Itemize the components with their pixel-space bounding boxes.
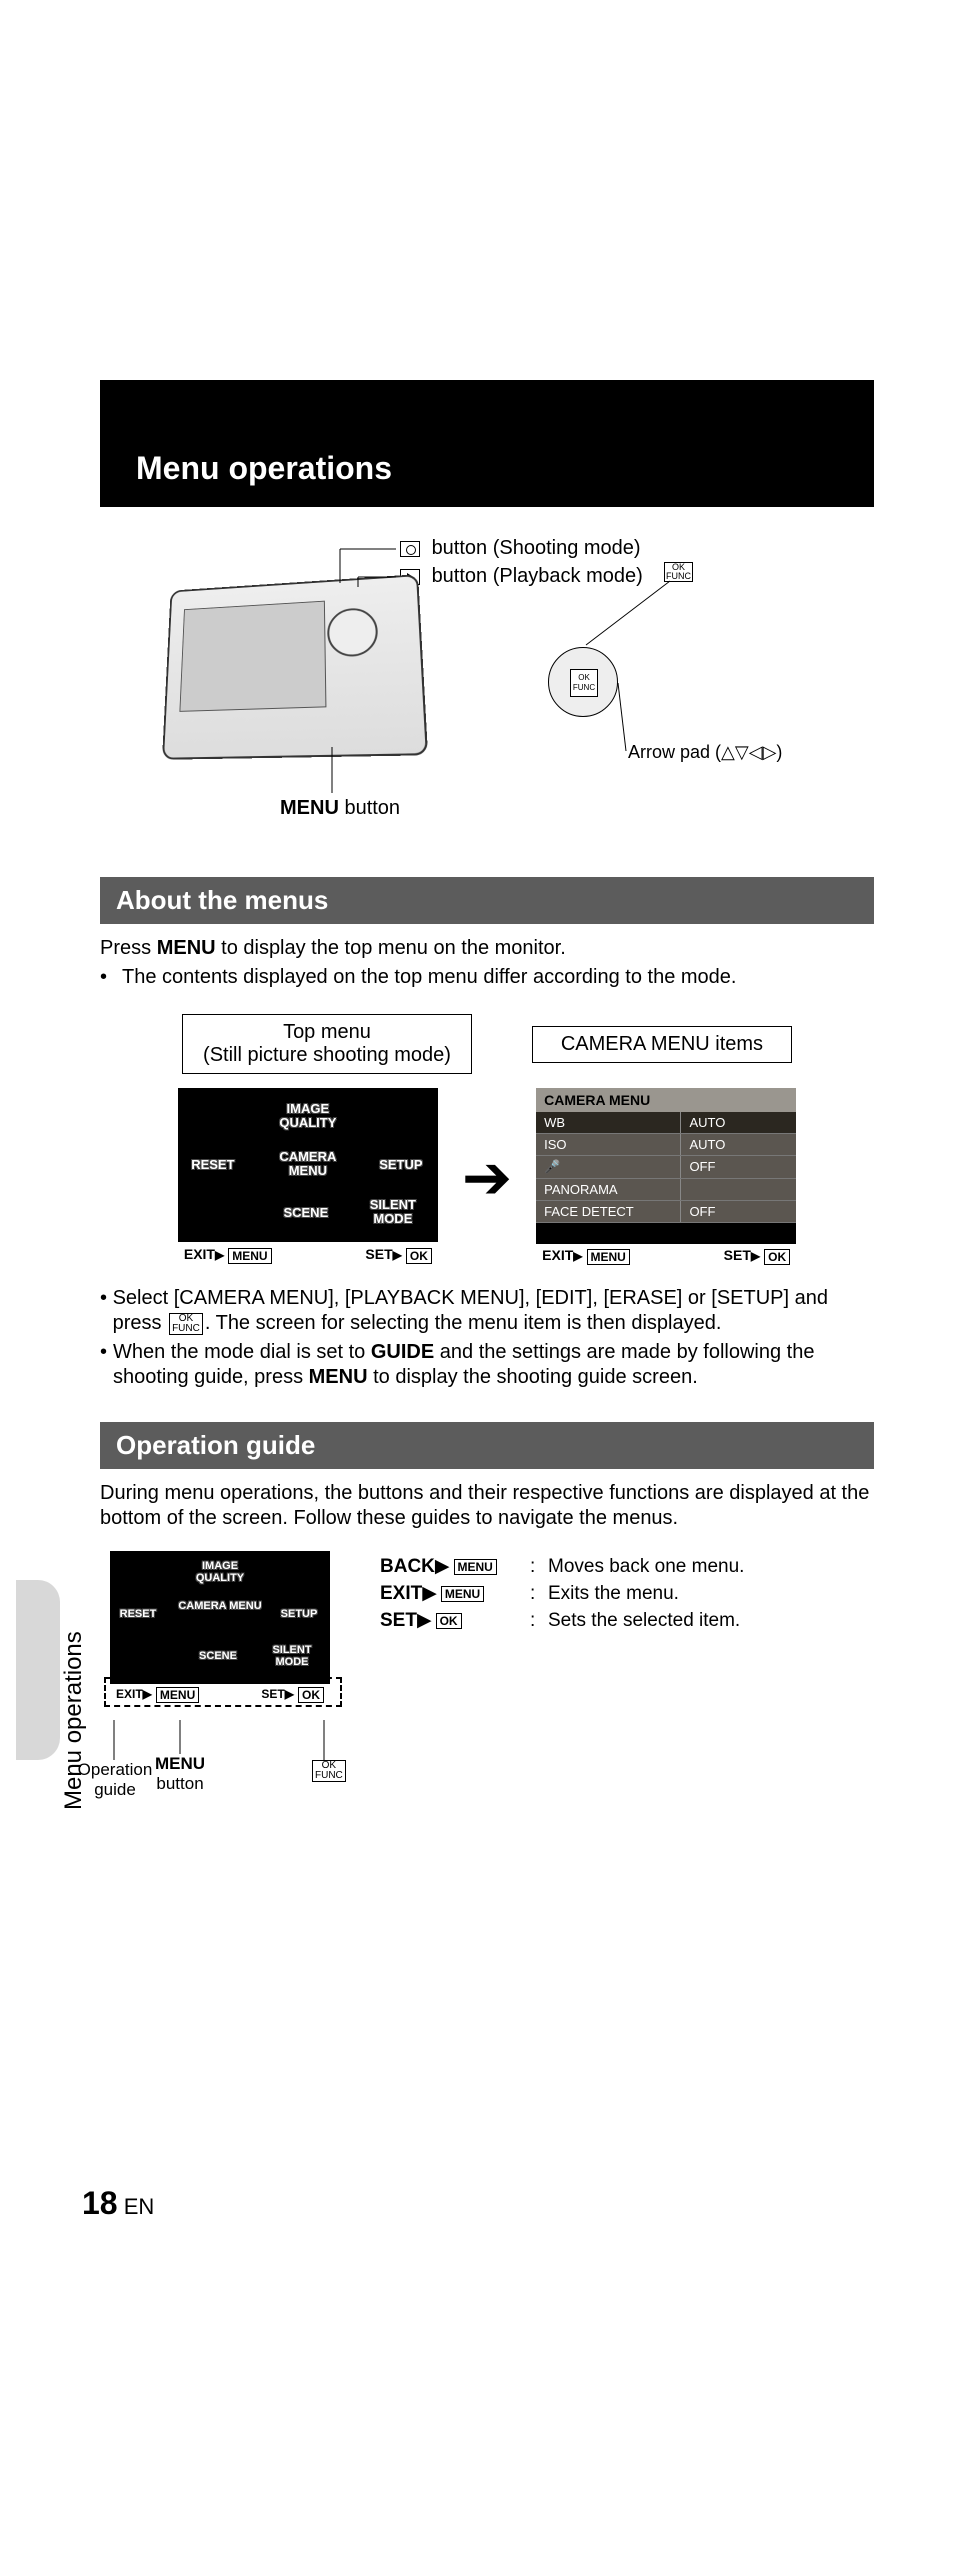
- camera-icon: [400, 541, 420, 557]
- camera-wheel: [327, 607, 379, 658]
- side-tab: [16, 1580, 60, 1760]
- camera-illustration: [162, 574, 428, 760]
- opguide-intro: During menu operations, the buttons and …: [100, 1481, 874, 1531]
- label-boxes: Top menu (Still picture shooting mode) C…: [100, 1014, 874, 1074]
- chapter-header: Menu operations: [100, 380, 874, 507]
- camera-lcd: [179, 601, 326, 712]
- camera-menu-row: WBAUTO: [536, 1112, 796, 1134]
- opguide-screen: IMAGE QUALITY RESET CAMERA MENU SETUP SC…: [110, 1551, 330, 1706]
- operation-guide-header: Operation guide: [100, 1422, 874, 1469]
- about-bullet2: • Select [CAMERA MENU], [PLAYBACK MENU],…: [100, 1286, 874, 1336]
- about-bullet3: • When the mode dial is set to GUIDE and…: [100, 1340, 874, 1390]
- camera-menu-items-label-box: CAMERA MENU items: [532, 1026, 792, 1063]
- legend-row: BACK▶MENU:Moves back one menu.: [380, 1555, 744, 1578]
- top-menu-label-box: Top menu (Still picture shooting mode): [182, 1014, 472, 1074]
- tile-silent-mode: SILENT MODE: [358, 1198, 428, 1225]
- opguide-legend: BACK▶MENU:Moves back one menu. EXIT▶MENU:…: [380, 1551, 744, 1636]
- about-line1: Press MENU to display the top menu on th…: [100, 936, 874, 961]
- arrow-right-icon: ➔: [462, 1148, 512, 1208]
- ok-func-key-icon: OK FUNC: [664, 562, 693, 582]
- playback-mode-callout: button (Playback mode): [400, 565, 643, 588]
- legend-row: EXIT▶MENU:Exits the menu.: [380, 1582, 744, 1605]
- ok-func-inline-icon: OKFUNC: [169, 1313, 203, 1335]
- camera-menu-screen: CAMERA MENU WBAUTOISOAUTO🎤OFFPANORAMAFAC…: [536, 1088, 796, 1268]
- legend-row: SET▶OK:Sets the selected item.: [380, 1609, 744, 1632]
- camera-menu-row: 🎤OFF: [536, 1156, 796, 1179]
- ok-func-under-icon: OKFUNC: [310, 1760, 348, 1782]
- opguide-area: IMAGE QUALITY RESET CAMERA MENU SETUP SC…: [100, 1551, 874, 1800]
- camera-menu-footer: EXIT▶MENU SET▶OK: [536, 1244, 796, 1268]
- hardware-callouts: button (Shooting mode) button (Playback …: [100, 537, 874, 837]
- camera-menu-row: FACE DETECTOFF: [536, 1201, 796, 1223]
- camera-menu-row: ISOAUTO: [536, 1134, 796, 1156]
- camera-menu-row: PANORAMA: [536, 1179, 796, 1201]
- about-bullet1: •The contents displayed on the top menu …: [100, 965, 874, 990]
- tile-reset: RESET: [188, 1158, 238, 1172]
- camera-menu-title: CAMERA MENU: [536, 1088, 796, 1112]
- shooting-mode-text: button (Shooting mode): [432, 537, 641, 559]
- shooting-mode-callout: button (Shooting mode): [400, 537, 641, 560]
- opguide-leads: Operation guide MENUbutton OKFUNC: [100, 1720, 330, 1800]
- side-section-label: Menu operations: [60, 1631, 88, 1810]
- top-menu-screen: IMAGE QUALITY RESET CAMERA MENU SETUP SC…: [178, 1088, 438, 1268]
- about-menus-header: About the menus: [100, 877, 874, 924]
- opguide-left: IMAGE QUALITY RESET CAMERA MENU SETUP SC…: [100, 1551, 330, 1800]
- chapter-title: Menu operations: [136, 450, 838, 487]
- menu-button-callout: MENU button: [280, 797, 400, 820]
- tile-scene: SCENE: [273, 1206, 339, 1220]
- arrow-pad-callout: Arrow pad (△▽◁▷): [628, 742, 782, 763]
- ok-func-center: OKFUNC: [570, 669, 598, 697]
- menu-button-label: MENUbutton: [155, 1754, 205, 1794]
- screens-row: IMAGE QUALITY RESET CAMERA MENU SETUP SC…: [100, 1088, 874, 1268]
- tile-image-quality: IMAGE QUALITY: [273, 1102, 343, 1129]
- arrow-pad-graphic: OKFUNC: [548, 647, 618, 717]
- top-menu-footer: EXIT▶MENU SET▶OK: [178, 1242, 438, 1268]
- page-number: 18 EN: [82, 2185, 154, 2222]
- tile-camera-menu: CAMERA MENU: [260, 1150, 356, 1177]
- opguide-footer: EXIT▶MENU SET▶OK: [110, 1684, 330, 1706]
- playback-mode-text: button (Playback mode): [432, 565, 643, 587]
- tile-setup: SETUP: [371, 1158, 431, 1172]
